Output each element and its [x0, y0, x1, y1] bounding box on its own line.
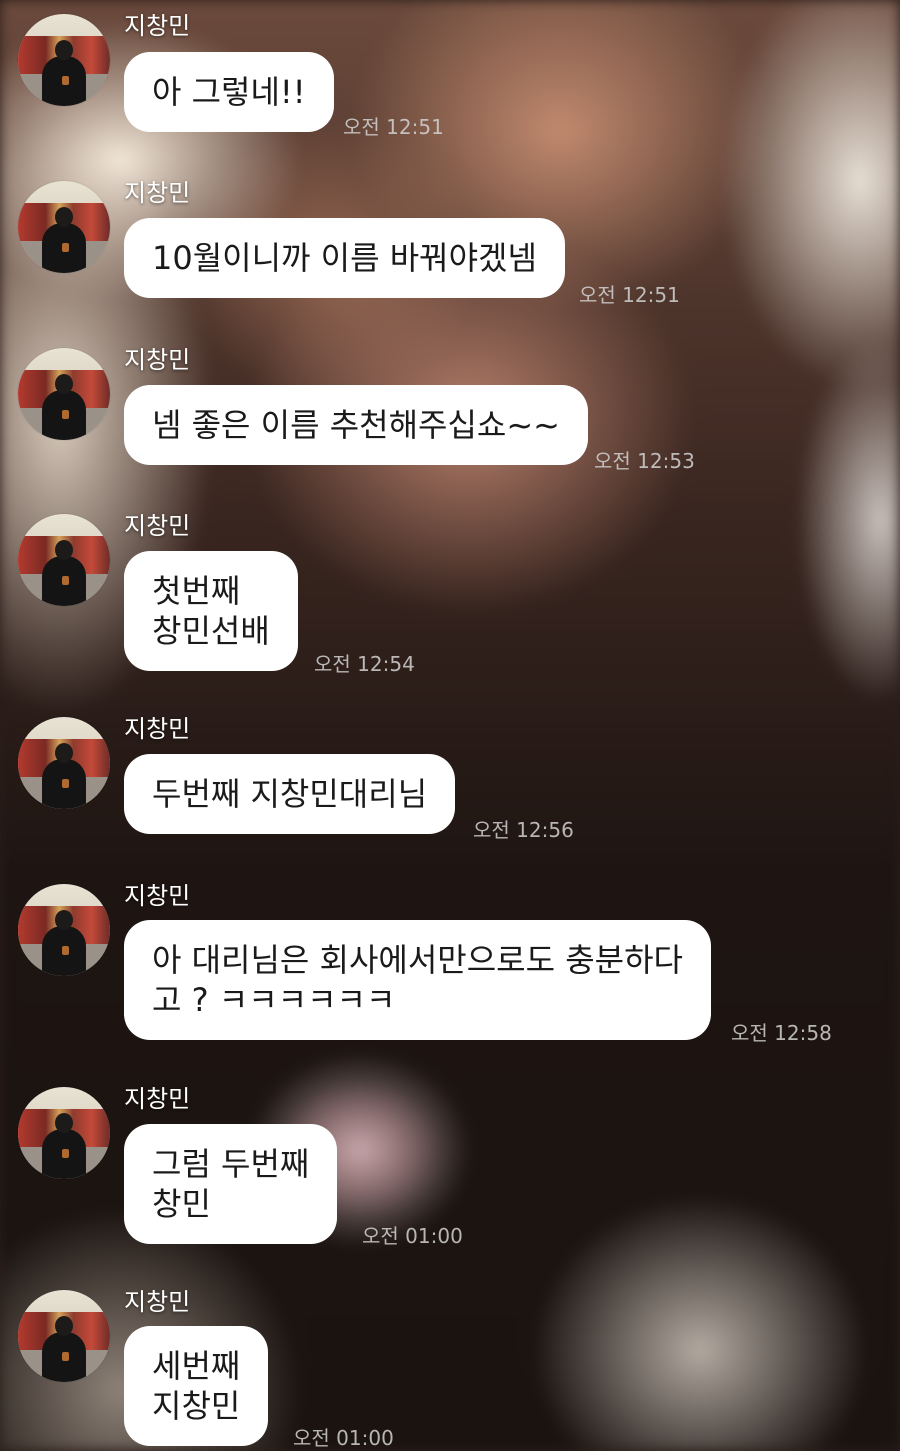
sender-name: 지창민: [124, 1288, 191, 1316]
message-bubble[interactable]: 그럼 두번째 창민: [124, 1124, 338, 1244]
message-time: 오전 01:00: [362, 1224, 463, 1248]
sender-avatar[interactable]: [18, 1290, 110, 1382]
sender-name: 지창민: [124, 179, 191, 207]
sender-name: 지창민: [124, 882, 191, 910]
message-time: 오전 12:53: [594, 449, 695, 473]
message-bubble[interactable]: 10월이니까 이름 바꿔야겠넴: [124, 218, 565, 298]
sender-name: 지창민: [124, 512, 191, 540]
message-bubble[interactable]: 아 대리님은 회사에서만으로도 충분하다 고 ? ㅋㅋㅋㅋㅋㅋ: [124, 920, 711, 1040]
message-time: 오전 12:51: [343, 115, 444, 139]
message-time: 오전 12:54: [314, 652, 415, 676]
message-time: 오전 01:00: [293, 1426, 394, 1450]
message-time: 오전 12:58: [731, 1021, 832, 1045]
sender-name: 지창민: [124, 12, 191, 40]
sender-avatar[interactable]: [18, 884, 110, 976]
sender-avatar[interactable]: [18, 348, 110, 440]
sender-name: 지창민: [124, 715, 191, 743]
sender-avatar[interactable]: [18, 181, 110, 273]
sender-name: 지창민: [124, 346, 191, 374]
sender-avatar[interactable]: [18, 514, 110, 606]
message-bubble[interactable]: 세번째 지창민: [124, 1326, 269, 1446]
sender-name: 지창민: [124, 1085, 191, 1113]
message-time: 오전 12:56: [473, 818, 574, 842]
message-bubble[interactable]: 아 그렇네!!: [124, 52, 334, 132]
message-bubble[interactable]: 넴 좋은 이름 추천해주십쇼~~: [124, 385, 588, 465]
sender-avatar[interactable]: [18, 717, 110, 809]
message-bubble[interactable]: 두번째 지창민대리님: [124, 754, 456, 834]
message-time: 오전 12:51: [579, 283, 680, 307]
message-bubble[interactable]: 첫번째 창민선배: [124, 551, 298, 671]
sender-avatar[interactable]: [18, 14, 110, 106]
sender-avatar[interactable]: [18, 1087, 110, 1179]
